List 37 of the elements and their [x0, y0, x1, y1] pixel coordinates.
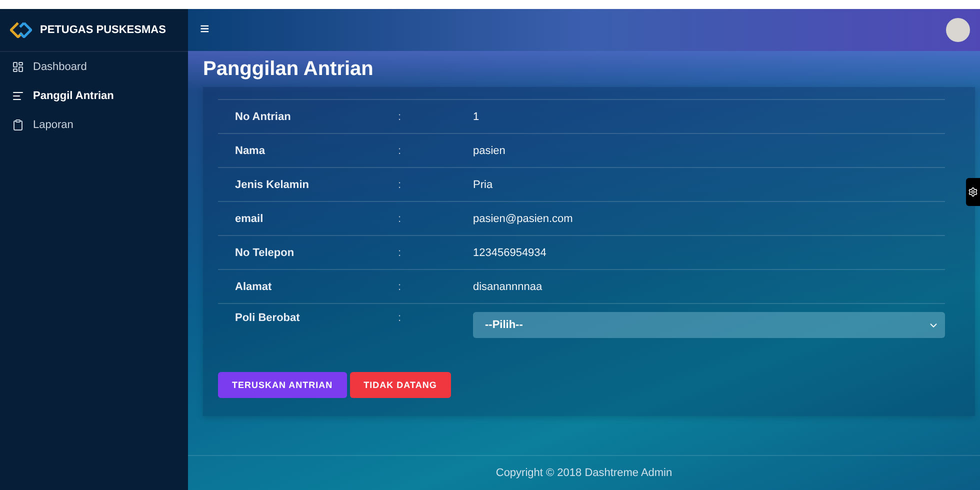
separator: : — [398, 144, 402, 156]
copyright-text: Copyright © 2018 Dashtreme Admin — [496, 467, 672, 479]
field-label: No Telepon — [234, 246, 296, 258]
separator: : — [398, 280, 402, 292]
field-value: disanannnnaa — [473, 280, 544, 292]
page-title: Panggilan Antrian — [203, 56, 374, 82]
avatar[interactable] — [946, 18, 970, 42]
field-value: pasien — [473, 144, 506, 156]
settings-icon — [968, 187, 978, 197]
logo-icon — [10, 22, 32, 38]
settings-tab[interactable] — [966, 178, 980, 206]
field-label: Jenis Kelamin — [234, 178, 310, 190]
field-value: pasien@pasien.com — [473, 212, 574, 224]
field-label: email — [234, 212, 264, 224]
field-value: 1 — [473, 110, 480, 122]
dashboard-icon — [12, 60, 24, 72]
absent-button[interactable]: TIDAK DATANG — [350, 372, 451, 398]
field-label: No Antrian — [234, 110, 292, 122]
sidebar-item[interactable]: Dashboard — [0, 52, 188, 81]
field-label: Alamat — [234, 280, 273, 292]
separator: : — [398, 178, 402, 190]
field-value: 123456954934 — [473, 246, 548, 258]
separator: : — [398, 246, 402, 258]
forward-button[interactable]: TERUSKAN ANTRIAN — [218, 372, 347, 398]
separator: : — [398, 212, 402, 224]
sidebar-item[interactable]: Panggil Antrian — [0, 81, 188, 110]
field-value: Pria — [473, 178, 494, 190]
sidebar-item[interactable]: Laporan — [0, 110, 188, 139]
separator: : — [398, 110, 402, 122]
menu-icon[interactable]: ≡ — [200, 21, 210, 39]
field-label: Nama — [234, 144, 266, 156]
brand-title: PETUGAS PUSKESMAS — [40, 24, 166, 36]
clipboard-icon — [12, 118, 24, 130]
field-label: Poli Berobat — [234, 312, 301, 324]
separator: : — [398, 312, 402, 324]
poli-select[interactable]: --Pilih-- — [473, 312, 945, 338]
list-icon — [12, 90, 24, 102]
